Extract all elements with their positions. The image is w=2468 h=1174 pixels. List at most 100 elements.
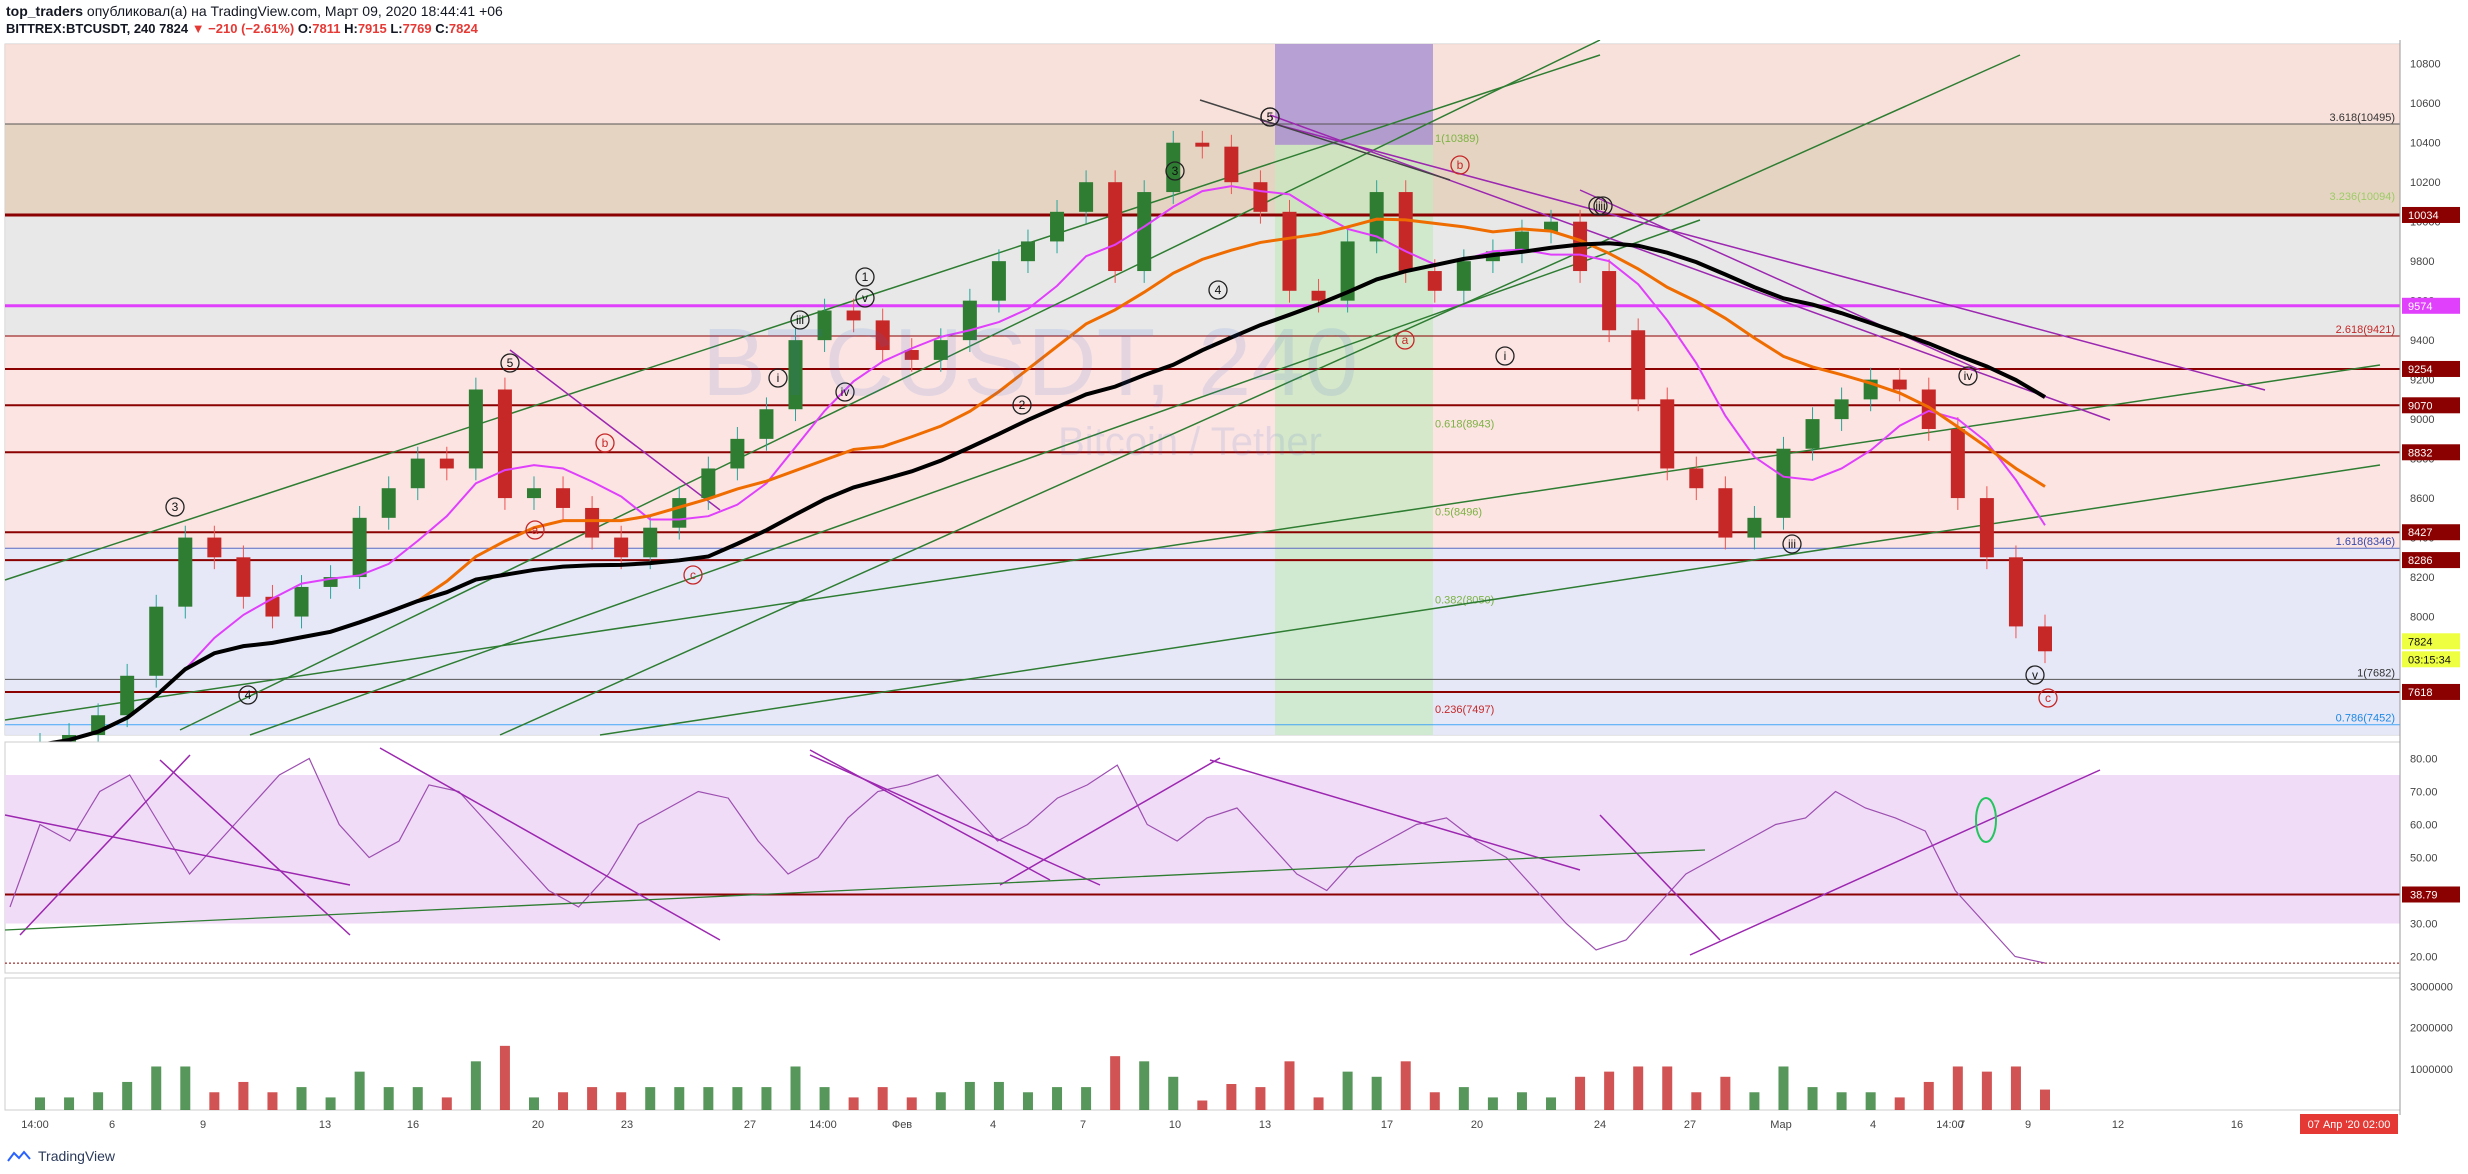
candle <box>1282 211 1297 291</box>
last-price: 7824 <box>159 21 189 36</box>
volume-bar <box>1952 1066 1963 1110</box>
wave-label: v <box>862 291 868 305</box>
wave-label: b <box>602 436 609 450</box>
volume-bar <box>1226 1084 1237 1110</box>
volume-bar <box>1168 1076 1179 1110</box>
publish-info: опубликовал(а) на TradingView.com, Март … <box>86 3 503 19</box>
volume-bar <box>470 1061 481 1110</box>
candle <box>381 488 396 518</box>
time-tick: Фев <box>892 1119 912 1131</box>
volume-bar <box>238 1081 249 1110</box>
price-change: ▼ −210 (−2.61%) <box>191 21 295 36</box>
time-tick: 4 <box>990 1119 996 1131</box>
volume-tick: 1000000 <box>2410 1064 2453 1076</box>
price-axis[interactable]: 1080010600104001020010000980096009400920… <box>2399 40 2468 1120</box>
volume-bar <box>674 1087 685 1110</box>
rsi-tick: 30.00 <box>2410 919 2438 931</box>
symbol-name: BITTREX:BTCUSDT, 240 <box>6 21 156 36</box>
volume-tick: 3000000 <box>2410 981 2453 993</box>
price-label: 9070 <box>2408 400 2432 412</box>
wave-label: i <box>1504 349 1507 363</box>
volume-bar <box>64 1097 75 1110</box>
time-tick: 12 <box>2112 1119 2124 1131</box>
candle <box>1514 231 1529 252</box>
volume-bar <box>1081 1087 1092 1110</box>
rsi-tick: 60.00 <box>2410 820 2438 832</box>
author-name[interactable]: top_traders <box>6 3 83 19</box>
logo-text: TradingView <box>38 1148 116 1164</box>
close-value: 7824 <box>448 21 478 36</box>
candle <box>1456 261 1471 291</box>
wave-label: 4 <box>245 688 252 702</box>
volume-bar <box>1575 1076 1586 1110</box>
price-tick: 10600 <box>2410 98 2441 110</box>
time-tick: 20 <box>532 1119 544 1131</box>
volume-bar <box>2010 1066 2021 1110</box>
volume-pane[interactable] <box>4 977 2401 1111</box>
time-tick: 13 <box>1259 1119 1271 1131</box>
price-label: 8427 <box>2408 527 2432 539</box>
price-label: 10034 <box>2408 210 2439 222</box>
candle <box>352 517 367 578</box>
volume-bar <box>1778 1066 1789 1110</box>
volume-bar <box>1662 1066 1673 1110</box>
volume-bar <box>528 1097 539 1110</box>
time-tick: 6 <box>109 1119 115 1131</box>
price-tick: 10200 <box>2410 177 2441 189</box>
fib-label: 1(7682) <box>2357 667 2395 679</box>
volume-bar <box>1487 1097 1498 1110</box>
fib-label: 3.236(10094) <box>2330 191 2395 203</box>
candle <box>730 438 745 469</box>
candle <box>497 389 512 499</box>
wave-label: b <box>1457 158 1464 172</box>
volume-bar <box>325 1097 336 1110</box>
volume-bar <box>993 1081 1004 1110</box>
volume-bar <box>1894 1097 1905 1110</box>
open-label: O: <box>297 21 313 36</box>
candle <box>468 389 483 469</box>
symbol-line: BITTREX:BTCUSDT, 240 7824 ▼ −210 (−2.61%… <box>6 21 478 36</box>
candle <box>1108 182 1123 272</box>
tradingview-logo[interactable]: TradingView <box>6 1148 115 1164</box>
time-tick: 9 <box>200 1119 206 1131</box>
watermark-symbol: BTCUSDT, 240 <box>702 309 1358 416</box>
price-label: 9254 <box>2408 364 2432 376</box>
candle <box>1427 271 1442 291</box>
wave-label: 1 <box>862 270 869 284</box>
price-label: 7618 <box>2408 687 2432 699</box>
candle <box>2038 626 2052 652</box>
wave-label: iv <box>1964 369 1973 383</box>
candle <box>1689 468 1704 489</box>
high-value: 7915 <box>357 21 387 36</box>
volume-bar <box>93 1092 104 1110</box>
date-badge: 07 Апр '20 02:00 <box>2308 1119 2391 1131</box>
candle <box>614 537 629 558</box>
volume-bar <box>1139 1061 1150 1110</box>
time-tick: 9 <box>2025 1119 2031 1131</box>
volume-tick: 2000000 <box>2410 1023 2453 1035</box>
volume-bar <box>1836 1092 1847 1110</box>
tradingview-logo-icon <box>7 1150 31 1162</box>
fib-label: 1(10389) <box>1435 133 1479 145</box>
volume-bar <box>732 1087 743 1110</box>
volume-bar <box>645 1087 656 1110</box>
price-pane[interactable]: 3.618(10495) 3.236(10094) 2.618(9421) 1.618… <box>4 40 2401 767</box>
candle <box>236 557 251 597</box>
wave-label: c <box>2045 691 2051 705</box>
candle <box>2008 557 2023 627</box>
time-tick: 13 <box>319 1119 331 1131</box>
price-label: 9574 <box>2408 301 2432 313</box>
wave-label: a <box>532 523 539 537</box>
volume-bar <box>354 1071 365 1110</box>
time-axis[interactable]: 14:00 6 9 13 16 20 23 27 14:00 Фев 4 7 10 13 17 20 24 27 М… <box>21 1114 2398 1134</box>
candle <box>1195 142 1210 147</box>
rsi-pane[interactable] <box>4 741 2401 974</box>
chart-canvas[interactable]: 3.618(10495) 3.236(10094) 2.618(9421) 1.618… <box>0 40 2468 1145</box>
time-tick: Мар <box>1770 1119 1792 1131</box>
fib-label: 3.618(10495) <box>2330 112 2395 124</box>
candle <box>1718 488 1733 538</box>
candle <box>1020 241 1035 262</box>
candle <box>294 586 309 617</box>
fib-label: 1.618(8346) <box>2336 536 2395 548</box>
volume-bar <box>180 1066 191 1110</box>
